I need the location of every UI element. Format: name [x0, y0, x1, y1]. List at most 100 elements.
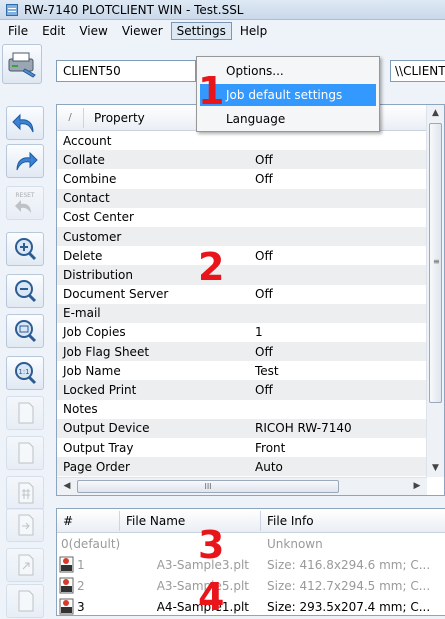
undo-arrow-icon	[12, 113, 34, 133]
property-value[interactable]: RICOH RW-7140	[255, 421, 352, 435]
file-number-cell: 2	[57, 577, 119, 594]
page-grid-icon	[18, 482, 34, 504]
page-send-icon	[18, 590, 34, 612]
file-row[interactable]: 1 A3-Sample3.plt Size: 416.8x294.6 mm; C..…	[57, 554, 445, 575]
property-vscrollbar[interactable]: ▲ ≡ ▼	[426, 105, 444, 477]
property-value[interactable]: Off	[255, 153, 273, 167]
scroll-up-arrow[interactable]: ▲	[427, 105, 444, 122]
number-column-header[interactable]: #	[57, 514, 119, 528]
property-value[interactable]: Off	[255, 383, 273, 397]
page-export-button[interactable]	[6, 548, 44, 582]
file-info: Unknown	[267, 536, 323, 551]
property-row[interactable]: Contact	[57, 188, 427, 208]
zoom-in-button[interactable]	[6, 232, 44, 266]
menu-item-job-default-settings[interactable]: Job default settings	[200, 84, 376, 106]
file-name: A4-Sample1.plt	[156, 599, 249, 614]
file-number-cell: 3	[57, 598, 119, 615]
file-row[interactable]: ?0(default) Unknown	[57, 533, 445, 554]
property-row[interactable]: Collate Off	[57, 150, 427, 170]
client-path-field[interactable]: \\CLIENT5	[390, 60, 445, 82]
property-row[interactable]: Document Server Off	[57, 285, 427, 304]
property-name: Account	[63, 133, 112, 148]
property-row[interactable]: Job Copies 1	[57, 323, 427, 342]
property-row[interactable]: Cost Center	[57, 208, 427, 227]
menu-view[interactable]: View	[73, 22, 113, 40]
property-hscrollbar[interactable]: ◀ III ▶	[57, 477, 427, 495]
menu-item-options[interactable]: Options...	[200, 60, 376, 82]
property-value[interactable]: Off	[255, 249, 273, 263]
file-row[interactable]: 3 A4-Sample1.plt Size: 293.5x207.4 mm; C..…	[57, 596, 445, 615]
file-number: 3	[77, 599, 85, 614]
property-value[interactable]: Auto	[255, 460, 283, 474]
property-row[interactable]: Delete Off	[57, 246, 427, 265]
hscroll-grip: III	[204, 482, 212, 491]
hpgl-file-icon	[59, 556, 74, 573]
client-selector[interactable]: CLIENT50	[56, 60, 196, 82]
scroll-right-arrow[interactable]: ▶	[409, 478, 425, 495]
property-row[interactable]: Job Flag Sheet Off	[57, 342, 427, 362]
menu-settings[interactable]: Settings	[170, 22, 232, 40]
undo-button[interactable]	[6, 106, 44, 140]
page-send-button[interactable]	[6, 584, 44, 618]
page-export-icon	[18, 554, 34, 576]
page-prev-button[interactable]	[6, 396, 44, 430]
svg-text:RESET: RESET	[15, 192, 35, 199]
sort-indicator[interactable]: /	[57, 112, 83, 123]
scroll-left-arrow[interactable]: ◀	[59, 478, 75, 495]
file-number-cell: 1	[57, 556, 119, 573]
property-name: Document Server	[63, 287, 169, 302]
reset-button[interactable]: RESET	[6, 186, 44, 220]
page-next-button[interactable]	[6, 436, 44, 470]
zoom-out-icon	[15, 280, 37, 303]
property-row[interactable]: Job Name Test	[57, 361, 427, 380]
property-row[interactable]: Distribution	[57, 265, 427, 285]
file-name-column-header[interactable]: File Name	[120, 514, 260, 528]
menu-help[interactable]: Help	[234, 22, 273, 40]
property-row[interactable]: Output Tray Front	[57, 438, 427, 457]
property-row[interactable]: Customer	[57, 226, 427, 247]
file-number: 0(default)	[61, 536, 121, 551]
property-row[interactable]: E-mail	[57, 303, 427, 323]
property-value[interactable]: Test	[255, 364, 279, 378]
scroll-down-arrow[interactable]: ▼	[427, 460, 444, 477]
menu-edit[interactable]: Edit	[36, 22, 71, 40]
redo-button[interactable]	[6, 144, 44, 178]
file-name: A3-Sample5.plt	[156, 578, 249, 593]
zoom-out-button[interactable]	[6, 274, 44, 308]
app-icon	[6, 3, 18, 16]
property-row[interactable]: Output Device RICOH RW-7140	[57, 418, 427, 438]
property-value[interactable]: Off	[255, 172, 273, 186]
send-job-button[interactable]	[2, 44, 42, 84]
callout-number: 3	[198, 523, 225, 567]
property-name: Combine	[63, 171, 117, 186]
property-row[interactable]: Page Order Auto	[57, 457, 427, 477]
property-value[interactable]: Off	[255, 287, 273, 301]
property-row[interactable]: Account	[57, 131, 427, 150]
property-name: Output Tray	[63, 440, 134, 455]
page-forward-button[interactable]	[6, 508, 44, 542]
property-name: Customer	[63, 229, 122, 244]
property-row[interactable]: Combine Off	[57, 169, 427, 188]
page-forward-icon	[18, 514, 34, 536]
property-name: Locked Print	[63, 383, 137, 398]
menu-viewer[interactable]: Viewer	[116, 22, 169, 40]
file-row[interactable]: 2 A3-Sample5.plt Size: 412.7x294.5 mm; C..…	[57, 575, 445, 596]
file-info-column-header[interactable]: File Info	[261, 514, 445, 528]
property-row[interactable]: Notes	[57, 400, 427, 419]
property-column-header[interactable]: Property	[84, 111, 214, 125]
menu-file[interactable]: File	[2, 22, 34, 40]
file-number: 1	[77, 557, 85, 572]
property-value[interactable]: 1	[255, 325, 263, 339]
property-row[interactable]: Locked Print Off	[57, 380, 427, 400]
menu-item-label: Options...	[226, 64, 284, 78]
property-value[interactable]: Front	[255, 441, 285, 455]
hscroll-thumb[interactable]: III	[77, 480, 339, 493]
menu-item-label: Job default settings	[226, 88, 343, 102]
property-name: Job Name	[63, 363, 121, 378]
zoom-actual-button[interactable]: 1:1	[6, 356, 44, 390]
property-value[interactable]: Off	[255, 345, 273, 359]
callout-number: 1	[198, 69, 225, 113]
zoom-fit-button[interactable]	[6, 314, 44, 348]
page-grid-button[interactable]	[6, 476, 44, 510]
menu-item-language[interactable]: Language	[200, 108, 376, 130]
